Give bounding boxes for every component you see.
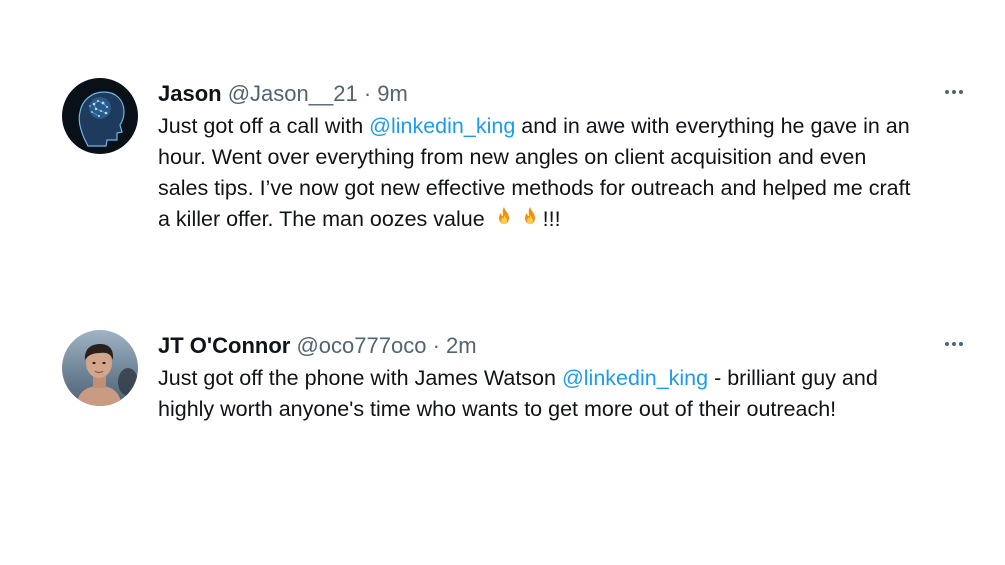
user-handle[interactable]: @Jason__21 [228, 81, 358, 106]
brain-head-icon [62, 78, 138, 154]
more-options-icon[interactable] [936, 78, 972, 106]
display-name[interactable]: Jason [158, 81, 222, 106]
user-handle[interactable]: @oco777oco [296, 333, 426, 358]
separator-dot: · [363, 81, 372, 106]
tweet-header: Jason @Jason__21 · 9m [158, 80, 918, 108]
display-name[interactable]: JT O'Connor [158, 333, 290, 358]
timestamp[interactable]: 2m [446, 333, 477, 358]
avatar[interactable] [62, 330, 138, 406]
mention-link[interactable]: @linkedin_king [562, 366, 708, 390]
timestamp[interactable]: 9m [377, 81, 408, 106]
fire-icon [492, 205, 516, 238]
separator-dot: · [432, 333, 440, 358]
avatar[interactable] [62, 78, 138, 154]
tweet-text: Just got off a call with @linkedin_king … [158, 111, 918, 238]
tweet-content: JT O'Connor @oco777oco · 2m Just got off… [158, 332, 918, 425]
tweet-text-part: Just got off a call with [158, 114, 370, 138]
fire-icon [518, 205, 542, 238]
more-options-icon[interactable] [936, 330, 972, 358]
tweet-text-part: !!! [542, 207, 561, 231]
tweet-text: Just got off the phone with James Watson… [158, 363, 918, 425]
tweet-text-part: Just got off the phone with James Watson [158, 366, 562, 390]
tweet-header: JT O'Connor @oco777oco · 2m [158, 332, 918, 360]
mention-link[interactable]: @linkedin_king [369, 114, 515, 138]
profile-photo [62, 330, 138, 406]
tweet-content: Jason @Jason__21 · 9m Just got off a cal… [158, 80, 918, 238]
